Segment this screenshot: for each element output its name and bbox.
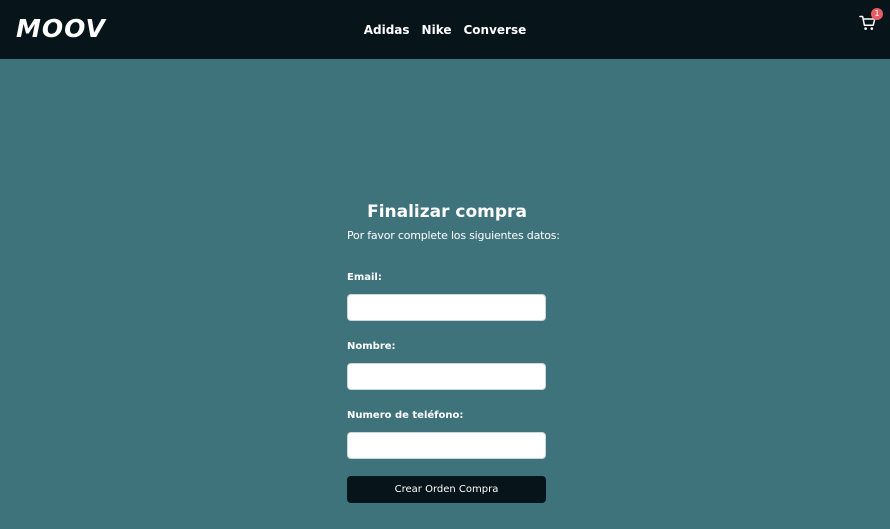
- nav-link-adidas[interactable]: Adidas: [364, 20, 410, 40]
- email-input[interactable]: [347, 294, 546, 321]
- checkout-title: Finalizar compra: [367, 202, 527, 222]
- email-field-group: Email:: [347, 271, 546, 321]
- checkout-form: Finalizar compra Por favor complete los …: [347, 200, 560, 503]
- nombre-input[interactable]: [347, 363, 546, 390]
- checkout-subtitle: Por favor complete los siguientes datos:: [347, 229, 560, 242]
- create-order-button[interactable]: Crear Orden Compra: [347, 476, 546, 503]
- telefono-input[interactable]: [347, 432, 546, 459]
- navbar: MOOV Adidas Nike Converse 1: [0, 0, 890, 59]
- cart-widget[interactable]: 1: [859, 8, 883, 32]
- nombre-field-group: Nombre:: [347, 340, 546, 390]
- nav-link-converse[interactable]: Converse: [464, 20, 527, 40]
- email-label: Email:: [347, 272, 382, 283]
- nav-links: Adidas Nike Converse: [0, 20, 890, 40]
- cart-count-badge: 1: [871, 8, 883, 20]
- nav-link-nike[interactable]: Nike: [422, 20, 452, 40]
- telefono-label: Numero de teléfono:: [347, 410, 464, 421]
- nombre-label: Nombre:: [347, 341, 396, 352]
- telefono-field-group: Numero de teléfono:: [347, 409, 546, 459]
